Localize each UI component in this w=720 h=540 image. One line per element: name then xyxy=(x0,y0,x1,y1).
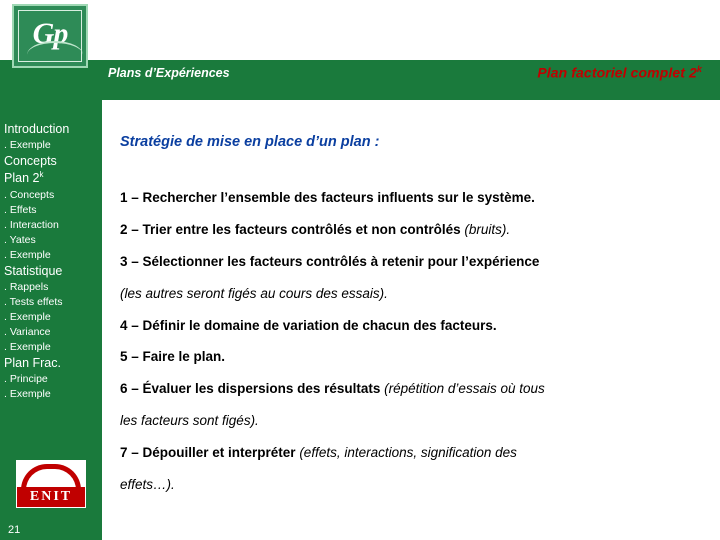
header-left-title: Plans d’Expériences xyxy=(108,66,230,80)
steps-list: 1 – Rechercher l’ensemble des facteurs i… xyxy=(120,190,708,509)
sidebar-item-2[interactable]: Concepts xyxy=(4,155,102,168)
step-4-text: 4 – Définir le domaine de variation de c… xyxy=(120,317,497,333)
sidebar-item-4[interactable]: . Concepts xyxy=(4,188,102,201)
sidebar-item-14[interactable]: . Exemple xyxy=(4,340,102,353)
sidebar-item-label: . Yates xyxy=(4,233,36,246)
section-title: Stratégie de mise en place d’un plan : xyxy=(120,134,380,150)
sidebar-item-label: . Exemple xyxy=(4,139,51,152)
step-7-cont-note: effets…). xyxy=(120,476,175,492)
step-3: 3 – Sélectionner les facteurs contrôlés … xyxy=(120,254,708,271)
step-2: 2 – Trier entre les facteurs contrôlés e… xyxy=(120,222,708,239)
step-2-text: 2 – Trier entre les facteurs contrôlés e… xyxy=(120,221,465,237)
sidebar-item-1[interactable]: . Exemple xyxy=(4,140,102,151)
sidebar-item-3[interactable]: Plan 2k xyxy=(4,171,102,185)
step-3-note: (les autres seront figés au cours des es… xyxy=(120,286,708,303)
step-6-cont-note: les facteurs sont figés). xyxy=(120,413,259,429)
gp-logo: Gp xyxy=(12,4,88,68)
sidebar: Introduction . Exemple Concepts Plan 2k . Co… xyxy=(0,100,102,540)
sidebar-item-7[interactable]: . Yates xyxy=(4,233,102,246)
sidebar-item-label: . Principe xyxy=(4,372,48,385)
main-content: Stratégie de mise en place d’un plan : 1… xyxy=(102,100,720,540)
header-right-title-exponent: k xyxy=(696,64,702,74)
sidebar-item-17[interactable]: . Exemple xyxy=(4,387,102,400)
step-7: 7 – Dépouiller et interpréter (effets, i… xyxy=(120,445,708,462)
page-header: Gp Plans d’Expériences Plan factoriel co… xyxy=(0,0,720,100)
sidebar-item-label: . Exemple xyxy=(4,310,51,323)
sidebar-nav-list: Introduction . Exemple Concepts Plan 2k . Co… xyxy=(4,120,102,404)
sidebar-item-label: Introduction xyxy=(4,122,70,136)
page-number: 21 xyxy=(8,524,21,536)
step-6-text: 6 – Évaluer les dispersions des résultat… xyxy=(120,381,385,397)
sidebar-item-label: . Concepts xyxy=(4,188,55,201)
step-3-text: 3 – Sélectionner les facteurs contrôlés … xyxy=(120,253,540,269)
step-1-text: 1 – Rechercher l’ensemble des facteurs i… xyxy=(120,190,535,205)
sidebar-item-label: . Exemple xyxy=(4,248,51,261)
sidebar-item-label: . Rappels xyxy=(4,280,49,293)
header-right-title-text: Plan factoriel complet 2 xyxy=(537,64,697,81)
step-6: 6 – Évaluer les dispersions des résultat… xyxy=(120,381,708,398)
sidebar-item-9[interactable]: Statistique xyxy=(4,263,102,278)
header-divider xyxy=(98,4,100,60)
sidebar-item-label: . Exemple xyxy=(4,387,51,400)
sidebar-item-label: . Interaction xyxy=(4,218,59,231)
enit-logo: ENIT xyxy=(16,460,86,508)
step-4: 4 – Définir le domaine de variation de c… xyxy=(120,318,708,335)
sidebar-item-exponent: k xyxy=(39,170,44,180)
sidebar-item-13[interactable]: . Variance xyxy=(4,325,102,338)
gp-logo-inner: Gp xyxy=(18,10,83,62)
header-right-title: Plan factoriel complet 2k xyxy=(537,64,702,81)
sidebar-item-0[interactable]: Introduction xyxy=(4,122,102,136)
sidebar-item-16[interactable]: . Principe xyxy=(4,372,102,385)
sidebar-item-label: . Effets xyxy=(4,203,37,216)
sidebar-item-label: . Tests effets xyxy=(4,295,63,308)
sidebar-item-label: Plan Frac. xyxy=(4,355,61,370)
sidebar-item-label: Statistique xyxy=(4,263,63,278)
sidebar-item-label: Plan 2 xyxy=(4,171,40,186)
sidebar-item-5[interactable]: . Effets xyxy=(4,203,102,216)
sidebar-item-8[interactable]: . Exemple xyxy=(4,248,102,261)
step-2-note: (bruits). xyxy=(464,221,511,237)
sidebar-item-6[interactable]: . Interaction xyxy=(4,218,102,231)
sidebar-item-12[interactable]: . Exemple xyxy=(4,310,102,323)
sidebar-item-10[interactable]: . Rappels xyxy=(4,280,102,293)
step-7-note: (effets, interactions, signification des xyxy=(299,445,517,460)
step-6-note: (répétition d’essais où tous xyxy=(384,381,545,397)
step-1: 1 – Rechercher l’ensemble des facteurs i… xyxy=(120,190,708,207)
enit-logo-top xyxy=(17,461,85,490)
step-5-text: 5 – Faire le plan. xyxy=(120,349,226,365)
step-7-text: 7 – Dépouiller et interpréter xyxy=(120,445,300,460)
step-7-cont: effets…). xyxy=(120,477,708,494)
enit-logo-text: ENIT xyxy=(17,487,85,507)
sidebar-item-15[interactable]: Plan Frac. xyxy=(4,355,102,370)
step-6-cont: les facteurs sont figés). xyxy=(120,413,708,430)
sidebar-item-label: . Exemple xyxy=(4,340,51,353)
sidebar-item-11[interactable]: . Tests effets xyxy=(4,295,102,308)
sidebar-item-label: Concepts xyxy=(4,154,57,169)
sidebar-item-label: . Variance xyxy=(4,325,51,338)
step-3-note-note: (les autres seront figés au cours des es… xyxy=(120,285,388,301)
step-5: 5 – Faire le plan. xyxy=(120,349,708,366)
